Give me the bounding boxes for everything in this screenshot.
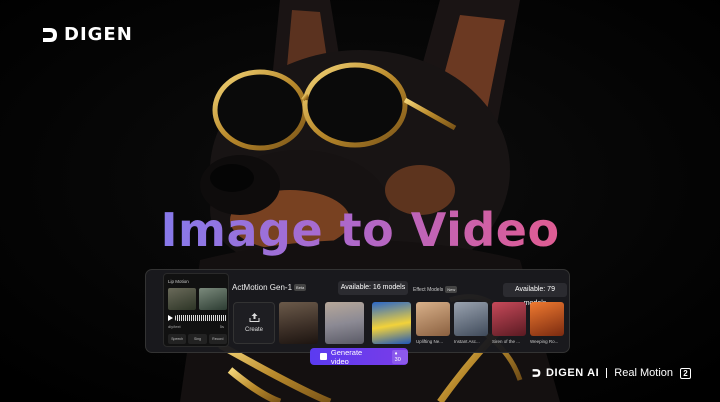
lip-thumb-2[interactable] bbox=[199, 288, 227, 310]
waveform bbox=[175, 315, 227, 321]
option-record[interactable]: Record bbox=[208, 334, 227, 344]
effect-card-3[interactable] bbox=[492, 302, 526, 336]
effect-caption-3: Siren of the ... bbox=[492, 339, 521, 344]
generate-cost: ♦ 30 bbox=[391, 349, 408, 364]
footer-product: Real Motion bbox=[614, 367, 673, 379]
effect-models-label: Effect Models New bbox=[413, 286, 458, 293]
digen-logo[interactable]: DIGEN bbox=[42, 24, 133, 45]
audio-playbar[interactable] bbox=[168, 314, 227, 322]
generate-label: Generate video bbox=[330, 347, 363, 366]
footer-brand-name: DIGEN AI bbox=[546, 367, 600, 379]
lip-motion-card[interactable]: Lip Motion diy/text 5s Speech Sing Recor… bbox=[163, 273, 229, 347]
footer-version: 2 bbox=[680, 367, 691, 379]
digen-mark-icon bbox=[532, 369, 541, 377]
model-badge: Beta bbox=[294, 284, 307, 292]
footer-brand: DIGEN AI Real Motion 2 bbox=[532, 367, 691, 379]
template-card-2[interactable] bbox=[325, 302, 364, 344]
template-card-3[interactable] bbox=[372, 302, 411, 344]
generate-video-button[interactable]: Generate video ♦ 30 bbox=[310, 347, 408, 366]
option-speech[interactable]: Speech bbox=[168, 334, 187, 344]
wave-time: 5s bbox=[219, 324, 224, 329]
effect-caption-1: Uplifting Ne... bbox=[416, 339, 444, 344]
available-models-button[interactable]: Available: 16 models bbox=[338, 281, 408, 295]
upload-icon bbox=[249, 313, 260, 322]
footer-divider bbox=[606, 368, 608, 378]
effect-caption-4: Weeping Ro... bbox=[530, 339, 559, 344]
wave-label: diy/text bbox=[168, 324, 181, 329]
effect-caption-2: Instant Asc... bbox=[454, 339, 480, 344]
create-button[interactable]: Create bbox=[233, 302, 275, 344]
model-name: ActMotion Gen-1 bbox=[232, 283, 293, 292]
effect-badge: New bbox=[445, 286, 458, 293]
effect-card-2[interactable] bbox=[454, 302, 488, 336]
digen-mark-icon bbox=[43, 27, 57, 42]
effect-label-text: Effect Models bbox=[413, 286, 444, 293]
lip-thumb-1[interactable] bbox=[168, 288, 196, 310]
effect-available-button[interactable]: Available: 79 models bbox=[503, 283, 567, 307]
option-sing[interactable]: Sing bbox=[188, 334, 207, 344]
sparkle-icon bbox=[320, 353, 327, 360]
effect-card-1[interactable] bbox=[416, 302, 450, 336]
create-label: Create bbox=[244, 327, 263, 333]
play-icon[interactable] bbox=[168, 315, 173, 321]
lip-motion-title: Lip Motion bbox=[168, 279, 189, 284]
model-label: ActMotion Gen-1 Beta bbox=[232, 283, 307, 292]
hero-title: Image to Video bbox=[0, 203, 720, 257]
template-card-1[interactable] bbox=[279, 302, 318, 344]
logo-text: DIGEN bbox=[64, 24, 133, 45]
effect-card-4[interactable] bbox=[530, 302, 564, 336]
